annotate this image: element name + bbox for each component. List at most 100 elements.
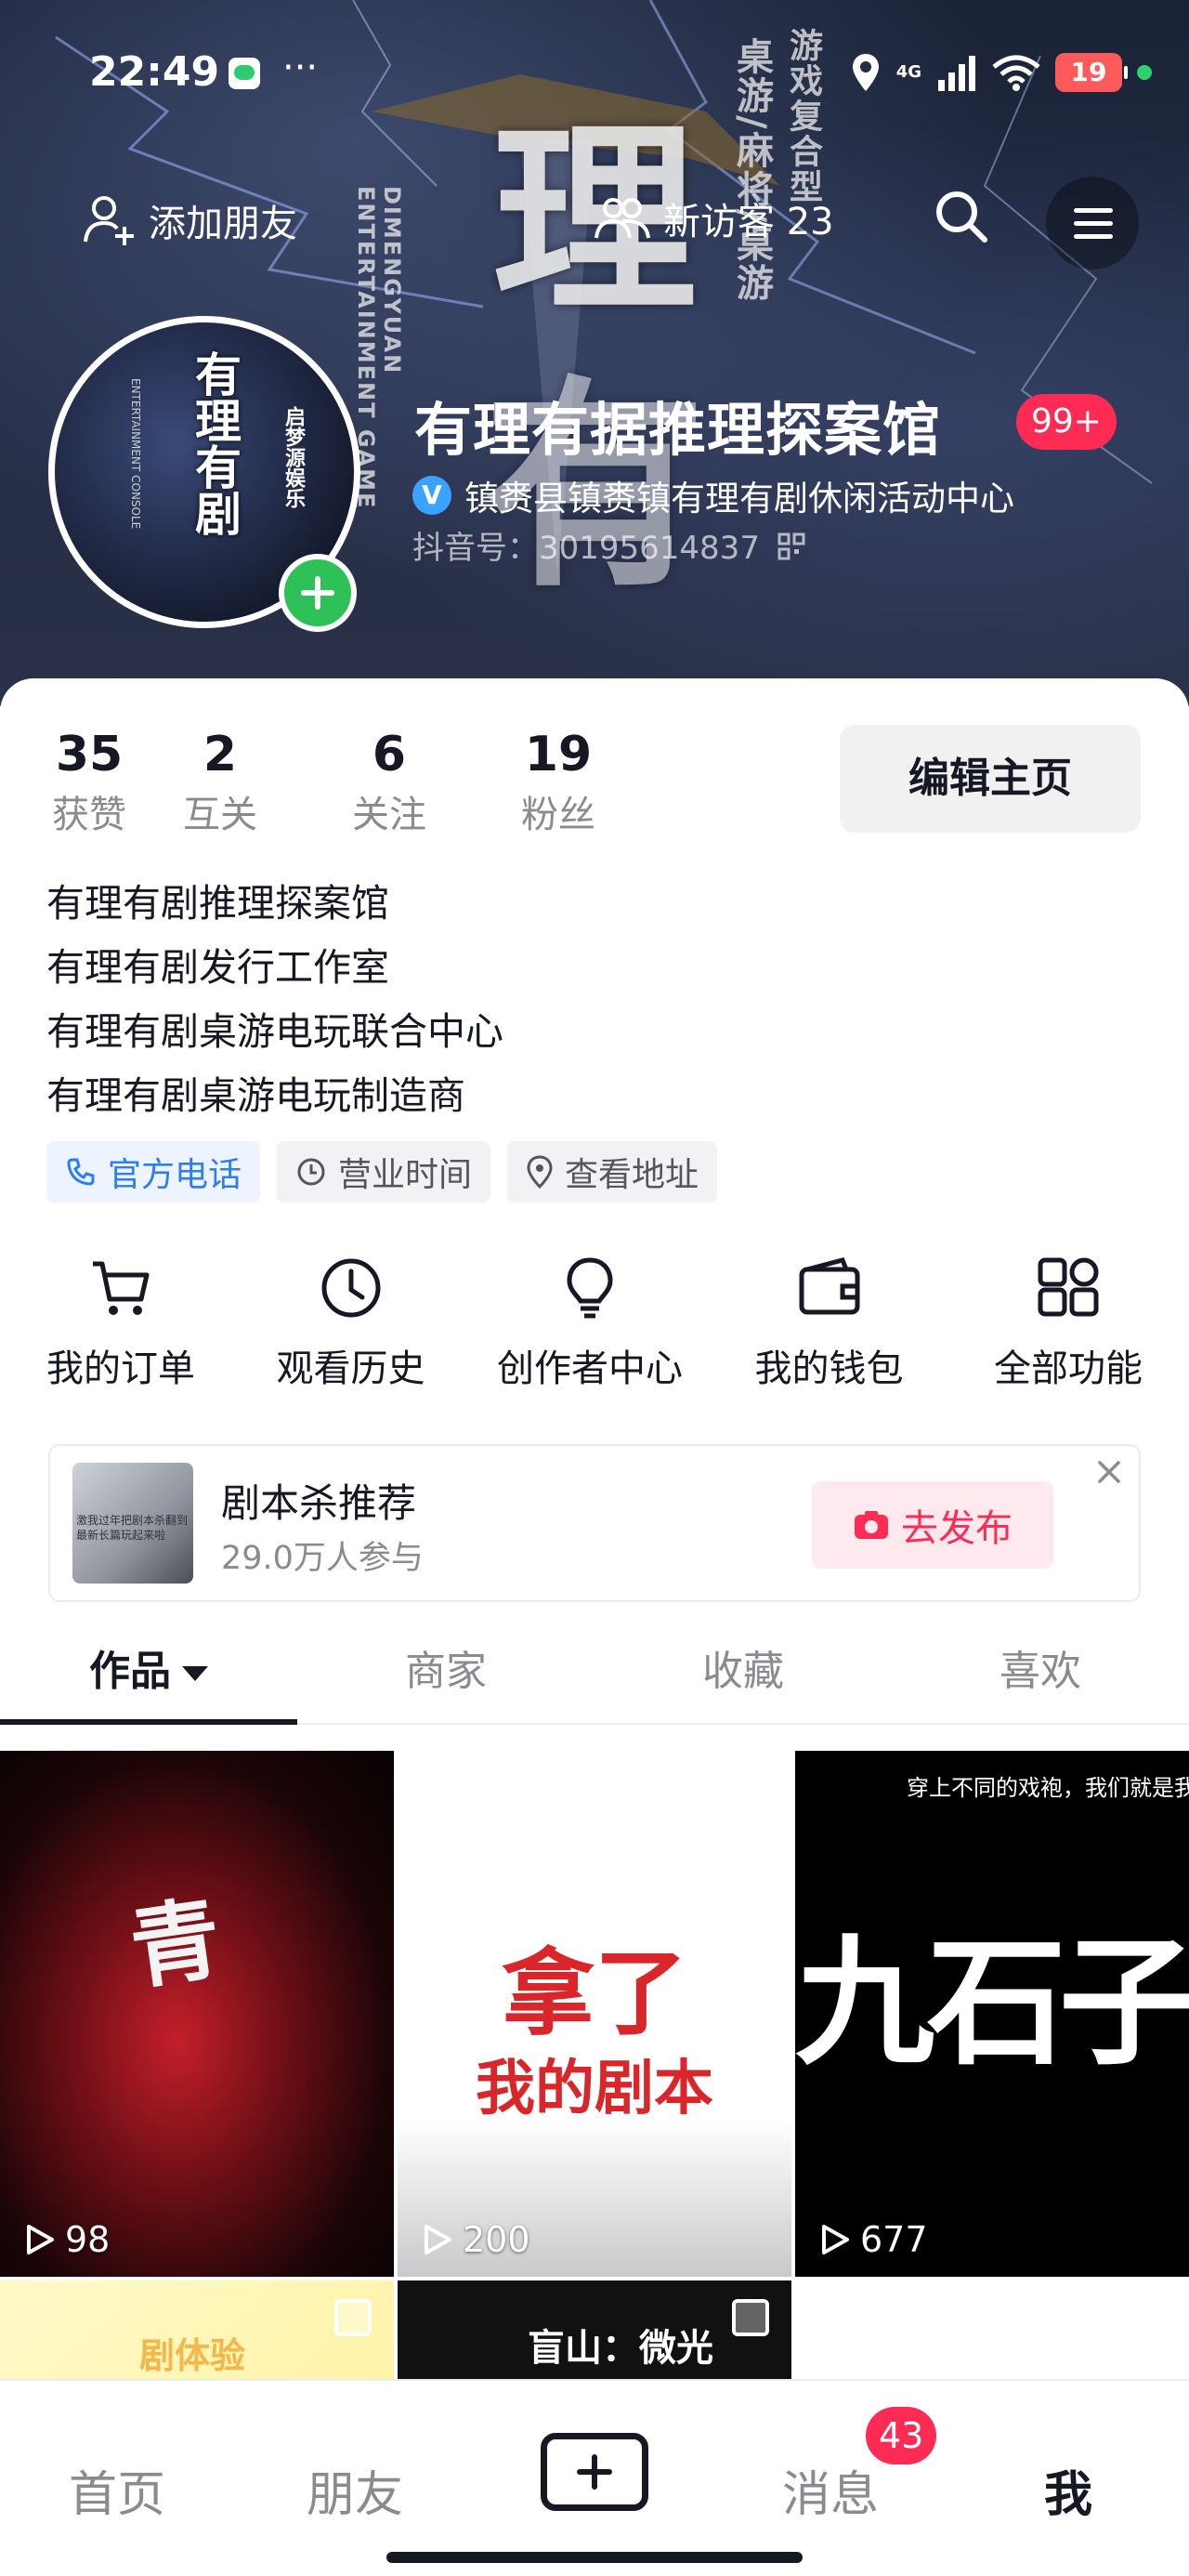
play-icon [822,2225,849,2254]
profile-stats: 35 获赞 2 互关 6 关注 19 粉丝 [43,727,643,838]
nav-friends[interactable]: 朋友 [307,2455,403,2525]
verified-icon: V [412,476,451,515]
shortcut-all-features[interactable]: 全部功能 [957,1255,1180,1392]
profile-banner: 理 有 DIMENGYUAN ENTERTAINMENT GAME 桌游/麻将/… [0,0,1189,706]
nickname-notification-badge[interactable]: 99+ [1016,394,1117,450]
script-recommend-card[interactable]: 激我过年把剧本杀翻到最新长篇玩起来啦 剧本杀推荐 29.0万人参与 去发布 [48,1444,1141,1602]
new-visitors-button[interactable]: 新访客 23 [594,191,834,245]
pinned-icon [732,2299,769,2336]
nav-me[interactable]: 我 [1044,2455,1092,2525]
banner-big-char-2: 有 [483,355,707,617]
douyin-id[interactable]: 抖音号：30195614837 [412,522,805,568]
location-icon [852,54,879,91]
bio-line: 有理有剧桌游电玩联合中心 [46,1009,503,1054]
official-phone-chip[interactable]: 官方电话 [46,1141,261,1203]
shortcut-label: 观看历史 [276,1347,425,1390]
stat-followers-label: 粉丝 [521,794,595,836]
shortcut-orders[interactable]: 我的订单 [19,1255,223,1392]
bio-line: 有理有剧推理探案馆 [46,881,389,926]
view-address-chip[interactable]: 查看地址 [507,1141,718,1203]
video-tile[interactable]: 拿了 我的剧本 200 [398,1751,791,2277]
add-friend-button[interactable]: 添加朋友 [82,191,297,249]
new-visitors-label: 新访客 23 [663,201,834,243]
status-indicators: 4G 19 [850,52,1152,93]
shortcut-wallet[interactable]: 我的钱包 [718,1255,941,1392]
add-user-icon [84,196,134,245]
stat-following-label: 关注 [352,794,426,836]
profile-bio: 有理有剧推理探案馆 有理有剧发行工作室 有理有剧桌游电玩联合中心 有理有剧桌游电… [46,872,503,1128]
cart-icon [93,1261,150,1315]
status-bar: 22:49 ··· 4G 19 [0,46,1189,102]
add-story-plus-icon[interactable] [279,554,357,632]
tab-favorites[interactable]: 收藏 [594,1636,892,1723]
phone-icon [67,1158,95,1186]
shortcut-creator-center[interactable]: 创作者中心 [478,1255,701,1392]
stat-mutual[interactable]: 2 互关 [136,727,305,838]
view-count: 98 [24,2219,110,2260]
promo-subtitle: 29.0万人参与 [221,1540,424,1577]
profile-top-actions: 添加朋友 新访客 23 [0,177,1189,269]
avatar-logo-text: 有理有剧 [188,350,242,536]
video-tile[interactable]: 盲山：微光 [398,2280,791,2383]
tab-works-label: 作品 [89,1648,171,1695]
shortcut-label: 全部功能 [994,1347,1143,1390]
tab-works[interactable]: 作品 [0,1636,297,1725]
status-time: 22:49 [89,48,220,96]
stat-followers[interactable]: 19 粉丝 [474,727,643,838]
douyin-id-text: 抖音号：30195614837 [412,530,760,567]
menu-button[interactable] [1046,177,1139,269]
menu-icon [1074,208,1113,213]
stat-likes[interactable]: 35 获赞 [43,727,136,838]
view-count: 677 [819,2219,928,2260]
business-hours-label: 营业时间 [338,1156,473,1194]
home-indicator[interactable] [386,2552,803,2563]
close-icon[interactable] [1094,1457,1124,1487]
tab-merchant[interactable]: 商家 [297,1636,594,1723]
bulb-icon [567,1257,613,1319]
content-tabs: 作品 商家 收藏 喜欢 [0,1636,1189,1725]
tab-likes[interactable]: 喜欢 [892,1636,1189,1723]
publish-button[interactable]: 去发布 [812,1481,1053,1569]
stat-following[interactable]: 6 关注 [305,727,474,838]
video-tile[interactable]: 穿上不同的戏袍，我们就是我 九石子 677 [795,1751,1189,2277]
camera-icon [855,1511,888,1539]
view-count-value: 200 [463,2219,530,2260]
clock-small-icon [297,1158,325,1186]
view-address-label: 查看地址 [565,1156,699,1194]
edit-profile-button[interactable]: 编辑主页 [840,725,1141,833]
shortcut-label: 创作者中心 [497,1347,683,1390]
video-cover-text: 盲山：微光 [528,2327,713,2370]
publish-label: 去发布 [901,1507,1013,1550]
stat-mutual-label: 互关 [183,794,257,836]
visitors-icon [594,198,650,239]
verification-info[interactable]: V 镇赉县镇赉镇有理有剧休闲活动中心 [412,470,1014,520]
bio-line: 有理有剧桌游电玩制造商 [46,1073,465,1118]
nav-messages[interactable]: 消息 [782,2455,879,2525]
video-tile[interactable]: 青 98 [0,1751,394,2277]
qr-code-icon [777,532,805,560]
network-type: 4G [895,62,921,82]
search-button[interactable] [929,184,994,249]
nav-home[interactable]: 首页 [69,2455,165,2525]
caret-down-icon [182,1666,208,1681]
add-friend-label: 添加朋友 [149,203,297,245]
video-cover-title: 拿了 [502,1939,687,2048]
shortcut-row: 我的订单 观看历史 创作者中心 我的钱包 全部功能 [19,1255,1180,1392]
stat-followers-value: 19 [524,727,593,782]
clock-icon [321,1258,380,1318]
pinned-icon [334,2299,372,2336]
shortcut-history[interactable]: 观看历史 [240,1255,463,1392]
stat-likes-label: 获赞 [52,794,126,836]
bottom-navigation: 首页 朋友 消息 43 我 [0,2379,1189,2576]
stat-following-value: 6 [372,727,407,782]
business-hours-chip[interactable]: 营业时间 [277,1141,491,1203]
stat-likes-value: 35 [55,727,124,782]
video-cover-caption: 穿上不同的戏袍，我们就是我 [907,1775,1189,1801]
create-plus-button[interactable] [541,2433,648,2511]
video-tile[interactable]: 剧体验 [0,2280,394,2383]
video-cover-text: 青 [124,1885,228,2003]
play-icon [27,2225,54,2254]
search-icon [936,191,987,243]
wifi-icon [992,55,1040,91]
video-cover-text: 九石子 [795,1921,1189,2084]
